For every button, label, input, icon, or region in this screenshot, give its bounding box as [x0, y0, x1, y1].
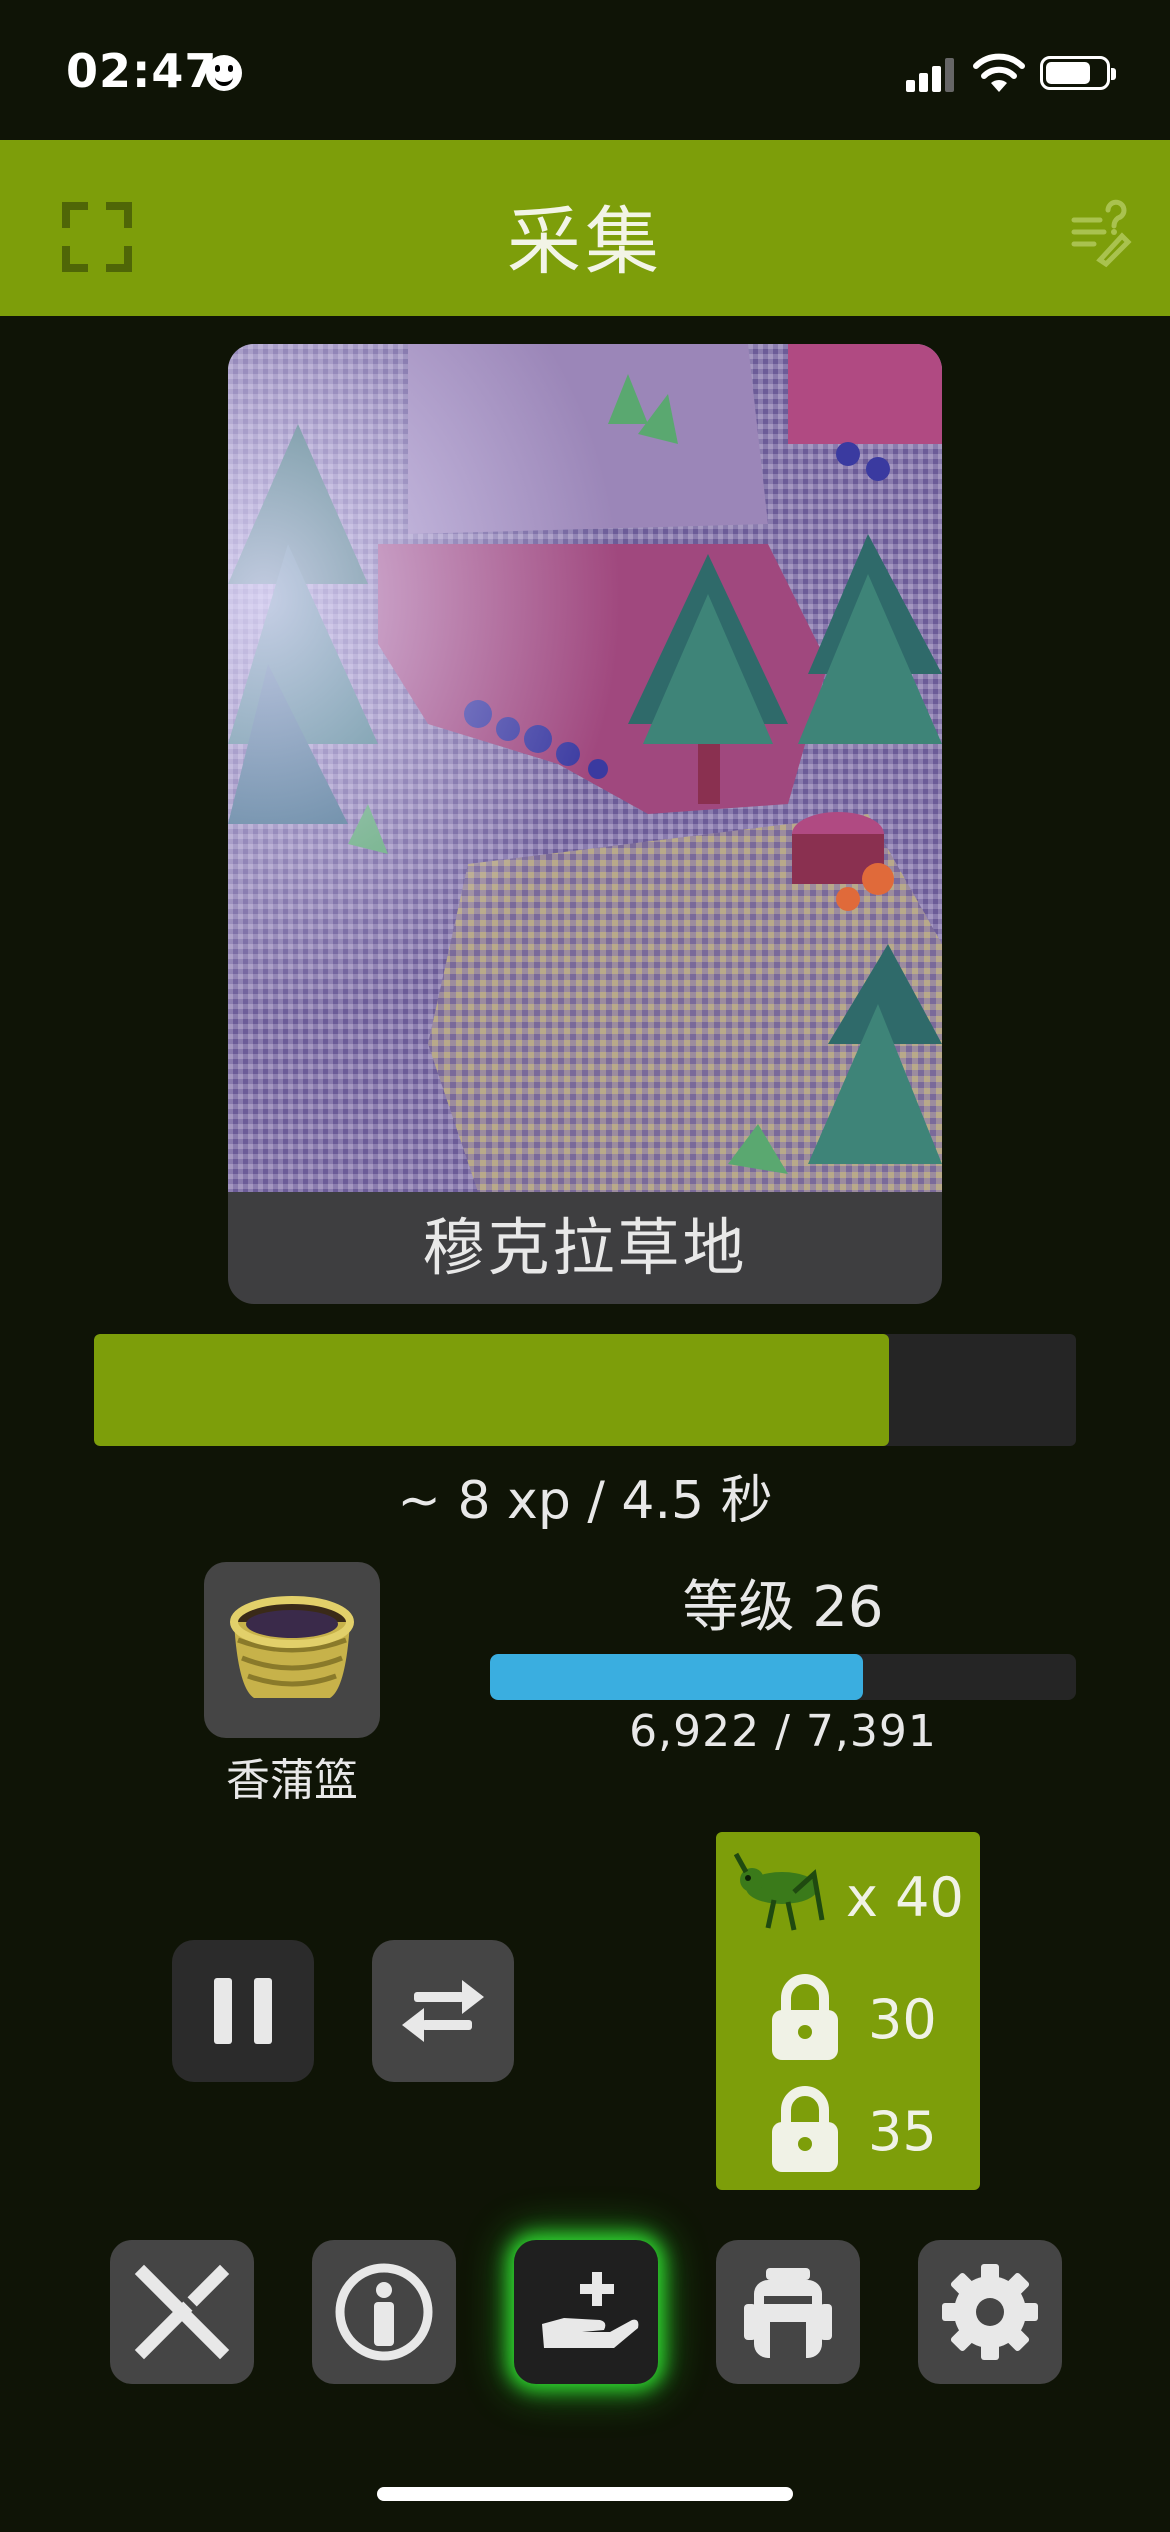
- skill-xp-text: 6,922 / 7,391: [629, 1706, 937, 1757]
- status-time: 02:47: [66, 44, 218, 98]
- location-card[interactable]: 穆克拉草地: [228, 344, 942, 1304]
- loot-panel[interactable]: x 40 30 35: [716, 1832, 980, 2190]
- backpack-icon: [744, 2268, 832, 2358]
- meadow-scene-image: [228, 344, 942, 1192]
- xp-rate-text: ~ 8 xp / 4.5 秒: [397, 1471, 773, 1531]
- skill-xp-bar: [490, 1654, 1076, 1700]
- swap-location-button[interactable]: [372, 1940, 514, 2082]
- loot-unlock-level: 35: [868, 2100, 937, 2163]
- gather-progress-bar: [94, 1334, 1076, 1446]
- help-list-icon[interactable]: [1070, 198, 1132, 268]
- loot-row-locked-1: 30: [716, 1966, 980, 2066]
- loot-row-locked-2: 35: [716, 2078, 980, 2178]
- smiley-face-icon: [206, 55, 242, 91]
- page-title: 采集: [507, 199, 663, 285]
- location-name: 穆克拉草地: [422, 1211, 748, 1284]
- nav-combat-button[interactable]: [110, 2240, 254, 2384]
- gather-hand-icon: [542, 2272, 639, 2348]
- tool-name: 香蒲篮: [226, 1755, 358, 1806]
- nav-character-button[interactable]: [312, 2240, 456, 2384]
- home-indicator[interactable]: [377, 2487, 793, 2501]
- battery-icon: [1040, 56, 1116, 90]
- loot-unlock-level: 30: [868, 1988, 937, 2051]
- wifi-icon: [973, 53, 1025, 92]
- cellular-signal-icon: [906, 58, 956, 92]
- swap-arrows-icon: [402, 1980, 484, 2042]
- app-header: 采集: [0, 140, 1170, 316]
- pause-icon: [214, 1978, 272, 2044]
- skill-xp-fill: [490, 1654, 863, 1700]
- skill-level: 等级 26: [682, 1575, 884, 1640]
- pause-button[interactable]: [172, 1940, 314, 2082]
- lock-icon: [772, 2086, 838, 2172]
- lock-icon: [772, 1974, 838, 2060]
- tool-slot[interactable]: [204, 1562, 380, 1738]
- nav-settings-button[interactable]: [918, 2240, 1062, 2384]
- gear-icon: [942, 2264, 1038, 2360]
- gather-progress-fill: [94, 1334, 890, 1446]
- status-bar: 02:47: [0, 0, 1170, 140]
- crossed-swords-icon: [134, 2264, 230, 2360]
- loot-row-grasshopper: x 40: [716, 1846, 980, 1946]
- grasshopper-icon: [734, 1852, 825, 1931]
- basket-icon: [230, 1596, 354, 1698]
- loot-quantity: x 40: [846, 1866, 964, 1929]
- nav-gather-button[interactable]: [514, 2240, 658, 2384]
- character-info-icon: [335, 2263, 433, 2361]
- nav-inventory-button[interactable]: [716, 2240, 860, 2384]
